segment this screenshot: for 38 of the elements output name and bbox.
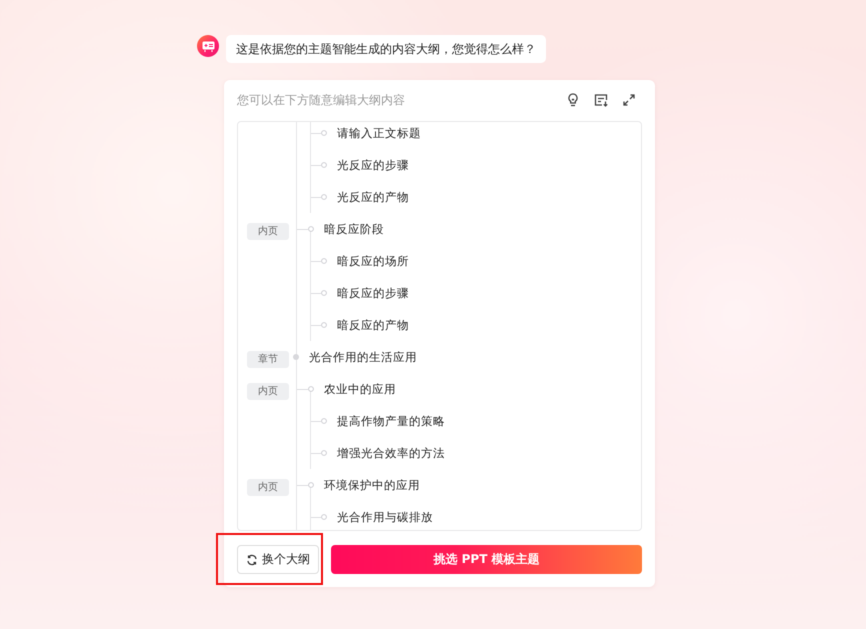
outline-item[interactable]: 提高作物产量的策略: [337, 414, 445, 428]
level-tag[interactable]: 章节: [247, 350, 289, 368]
outline-item[interactable]: 暗反应阶段: [324, 222, 384, 236]
level-tag[interactable]: 内页: [247, 222, 289, 240]
outline-item[interactable]: 增强光合效率的方法: [337, 446, 445, 460]
tree-node-dot: [321, 450, 327, 456]
tree-node-dot: [321, 130, 327, 136]
tree-node-dot: [308, 482, 314, 488]
outline-item[interactable]: 农业中的应用: [324, 382, 396, 396]
outline-item[interactable]: 暗反应的步骤: [337, 286, 409, 300]
chat-message: 这是依据您的主题智能生成的内容大纲，您觉得怎么样？: [226, 35, 546, 63]
editor-hint: 您可以在下方随意编辑大纲内容: [237, 92, 406, 108]
tree-node-dot: [308, 386, 314, 392]
tree-node-dot: [308, 226, 314, 232]
tree-node-dot: [321, 162, 327, 168]
expand-icon[interactable]: [621, 92, 637, 108]
level-tag[interactable]: 内页: [247, 382, 289, 400]
tree-node-dot: [321, 322, 327, 328]
outline-item[interactable]: 环境保护中的应用: [324, 478, 420, 492]
tree-node-dot: [321, 514, 327, 520]
level-tag[interactable]: 内页: [247, 478, 289, 496]
refresh-icon: [246, 554, 258, 566]
outline-item[interactable]: 光反应的产物: [337, 190, 409, 204]
change-outline-button[interactable]: 换个大纲: [237, 545, 319, 574]
outline-item[interactable]: 请输入正文标题: [337, 126, 421, 140]
tree-node-dot: [321, 418, 327, 424]
tree-node-dot: [321, 194, 327, 200]
outline-item[interactable]: 光合作用与碳排放: [337, 510, 433, 524]
outline-item[interactable]: 光合作用的生活应用: [309, 350, 417, 364]
tree-node-dot: [321, 290, 327, 296]
outline-item[interactable]: 暗反应的产物: [337, 318, 409, 332]
outline-item[interactable]: 暗反应的场所: [337, 254, 409, 268]
tree-node-dot: [293, 354, 299, 360]
assistant-avatar-icon: [197, 35, 219, 57]
document-download-icon[interactable]: [593, 92, 609, 108]
choose-template-button[interactable]: 挑选 PPT 模板主题: [331, 545, 642, 574]
outline-item[interactable]: 光反应的步骤: [337, 158, 409, 172]
tree-node-dot: [321, 258, 327, 264]
